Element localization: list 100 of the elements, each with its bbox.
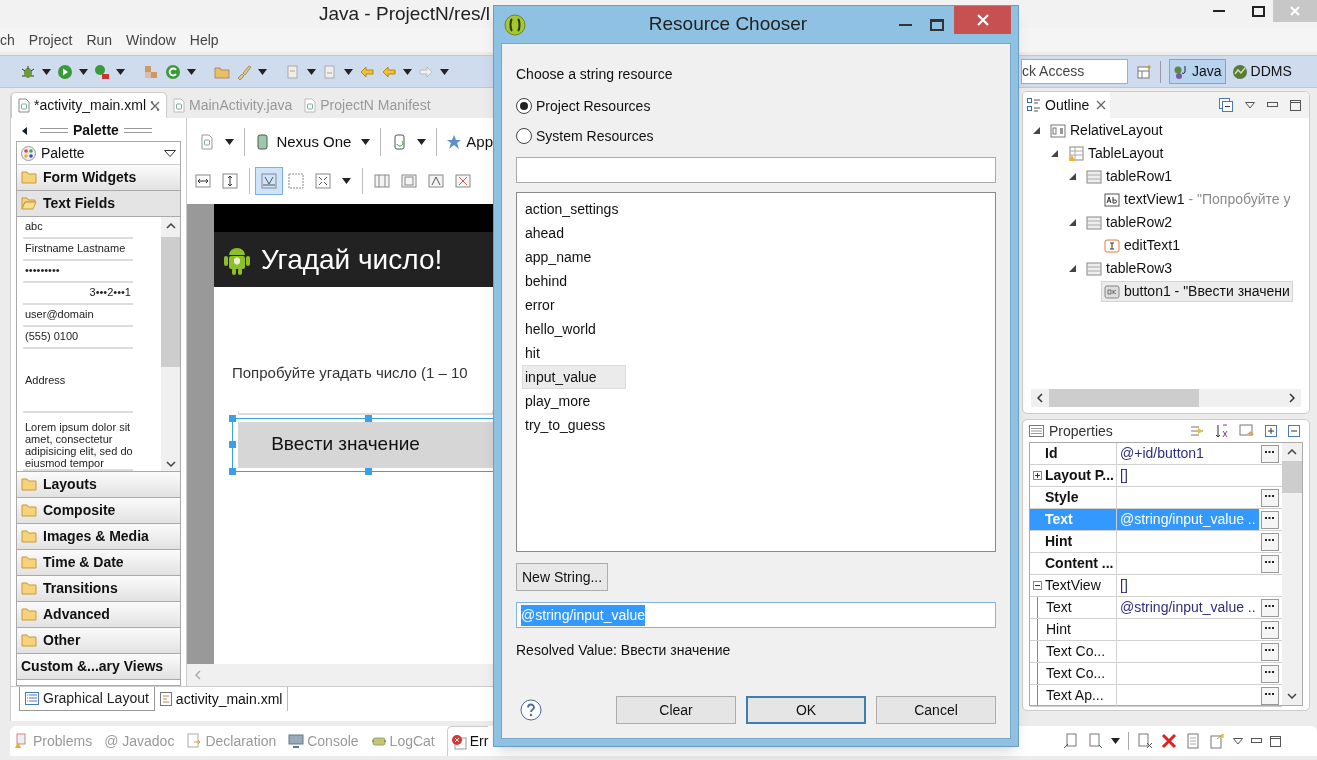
palette-category[interactable]: Images & Media [17,524,180,550]
text-field-widget[interactable]: (555) 0100 [23,326,133,349]
app-button[interactable]: Ввести значение [238,421,493,468]
bug-icon[interactable] [20,63,36,80]
text-field-widget[interactable]: Firstname Lastname [23,238,133,261]
radio-option[interactable]: System Resources [516,126,654,146]
property-name-cell[interactable]: TextView [1030,575,1117,596]
outline-tab[interactable]: Outline [1023,92,1111,118]
menu-item[interactable]: Help [182,29,226,51]
phone-icon[interactable] [254,134,271,150]
button-icon[interactable] [1104,283,1120,300]
resource-item[interactable]: hit [522,341,626,365]
tree-item[interactable]: button1 - "Ввести значени [1101,281,1293,302]
dialog-button[interactable]: OK [746,696,866,724]
horizontal-scrollbar[interactable] [187,664,493,686]
resize-handle[interactable] [229,467,236,475]
terminate-icon[interactable] [1161,733,1177,749]
property-name-cell[interactable]: Id [1030,443,1117,464]
property-name-cell[interactable]: Hint [1030,531,1117,552]
collapse-arrow-icon[interactable] [22,126,27,135]
caret-icon[interactable] [342,178,351,184]
editor-mode-tab[interactable]: activity_main.xml [154,687,289,711]
maximize-icon[interactable] [1270,735,1281,747]
browse-button[interactable] [1260,510,1279,529]
tree-item[interactable]: tableRow2 [1083,212,1176,233]
browse-button[interactable] [1260,444,1279,463]
palette-category[interactable]: Composite [17,498,180,524]
new-class-icon[interactable] [165,63,181,80]
property-name-cell[interactable]: Content ... [1030,553,1117,574]
text-area-widget[interactable]: Address [23,348,133,413]
close-button[interactable] [954,6,1011,34]
filter-field[interactable] [516,157,996,183]
scroll-up-icon[interactable] [165,223,176,229]
file-icon[interactable] [199,134,215,150]
perspective-button[interactable]: DDMS [1227,59,1296,84]
resource-list[interactable]: action_settings ahead app_name behind error hello_world hit input_value play_more try_to_guess [516,192,996,552]
caret-icon[interactable] [416,139,426,145]
caret-icon[interactable] [42,68,51,75]
resource-item[interactable]: hello_world [522,317,626,341]
collapse-icon[interactable] [1069,265,1076,272]
resource-item[interactable]: play_more [522,389,626,413]
scrollbar[interactable] [1282,443,1302,705]
clear-constraints-icon[interactable] [455,173,471,189]
collapse-icon[interactable] [1069,173,1076,180]
minimize-icon[interactable] [1267,102,1278,108]
tree-item[interactable]: TableLayout [1065,143,1167,164]
caret-icon[interactable] [344,68,353,75]
tree-item[interactable]: textView1 - "Попробуйте у [1101,189,1294,210]
editor-mode-tab[interactable]: Graphical Layout [19,687,155,711]
resource-item[interactable]: action_settings [522,197,626,221]
caret-icon[interactable] [79,68,88,75]
dialog-button[interactable]: Clear [616,696,736,724]
scroll-left-icon[interactable] [1037,393,1043,403]
resource-item[interactable]: behind [522,269,626,293]
palette-category[interactable]: Other [17,628,180,654]
toggle-button[interactable] [255,167,283,195]
scrollbar[interactable] [161,217,180,471]
tree-item[interactable]: editText1 [1101,235,1184,256]
collapse-icon[interactable] [1033,581,1042,590]
maximize-icon[interactable] [1290,99,1301,111]
scroll-down-icon[interactable] [1287,693,1297,699]
scroll-right-icon[interactable] [1289,393,1295,403]
palette-category[interactable]: Form Widgets [17,165,180,191]
radio-button[interactable] [516,98,532,114]
palette-category[interactable]: Layouts [17,472,180,498]
resource-item[interactable]: error [522,293,626,317]
text-field-icon[interactable] [1104,237,1120,254]
property-name-cell[interactable]: Text Co... [1030,663,1117,684]
property-name-cell[interactable]: Text Ap... [1030,685,1117,706]
resource-item[interactable]: try_to_guess [522,413,626,437]
palette-category[interactable]: Advanced [17,602,180,628]
property-name-cell[interactable]: Style [1030,487,1117,508]
perspective-button[interactable]: Java [1169,59,1226,84]
sort-icon[interactable] [1214,423,1230,439]
horizontal-resize-icon[interactable] [195,173,211,189]
tree-item[interactable]: RelativeLayout [1047,120,1166,141]
caret-icon[interactable] [225,139,234,145]
scroll-down-icon[interactable] [165,461,176,467]
resize-handle[interactable] [229,414,236,422]
number-field-widget[interactable]: 3•••2•••1 [23,282,133,305]
collapse-all-icon[interactable] [1219,98,1233,112]
palette-category[interactable]: Text Fields [17,191,180,217]
tree-item[interactable]: tableRow3 [1083,258,1176,279]
collapse-icon[interactable] [1051,150,1058,157]
theme-selector[interactable]: App [466,130,493,154]
console-icon[interactable] [288,733,305,749]
minimize-icon[interactable] [1251,738,1262,744]
horizontal-scrollbar[interactable] [1031,389,1301,407]
view-menu-icon[interactable] [1245,101,1255,109]
collapse-icon[interactable] [1033,127,1040,134]
menu-item[interactable]: Run [79,29,120,51]
text-field-widget[interactable]: ••••••••• [23,260,133,283]
tree-item[interactable]: tableRow1 [1083,166,1176,187]
caret-icon[interactable] [361,139,371,145]
new-string-button[interactable]: New String... [516,563,609,591]
property-name-cell[interactable]: Text [1030,597,1117,618]
vertical-resize-icon[interactable] [222,173,238,189]
resize-handle[interactable] [365,467,372,475]
collapse-icon[interactable] [1069,219,1076,226]
view-tab[interactable]: Err [446,726,489,756]
